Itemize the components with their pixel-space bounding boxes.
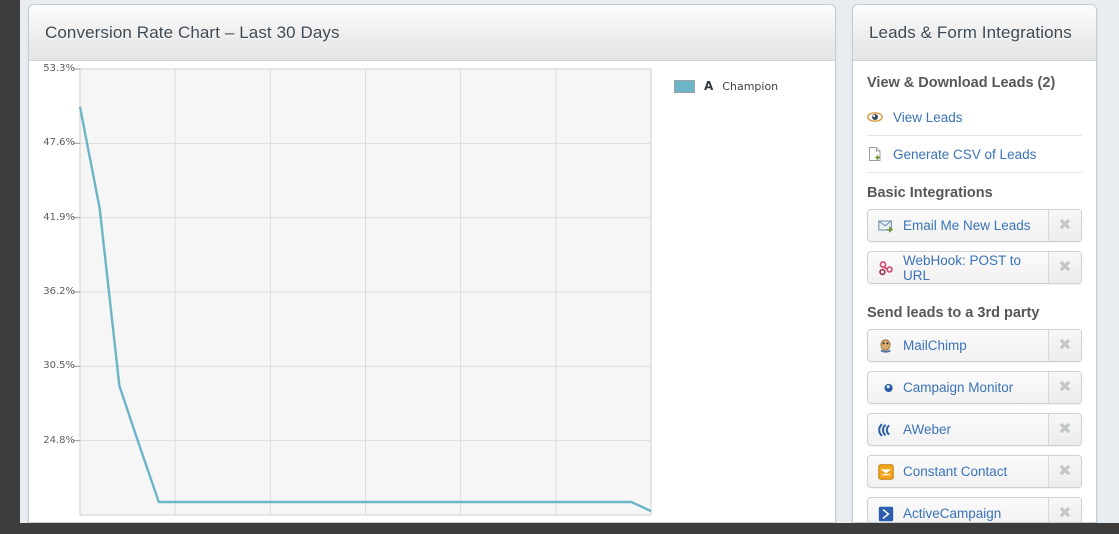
lead-link-row[interactable]: View Leads <box>867 99 1082 136</box>
download-links-list: View Leads Generate CSV of Leads <box>867 99 1082 173</box>
y-axis-tick-label: 53.3% <box>43 63 75 74</box>
remove-integration-button[interactable]: ✖ <box>1049 456 1081 487</box>
remove-integration-button[interactable]: ✖ <box>1049 414 1081 445</box>
integration-row[interactable]: ActiveCampaign ✖ <box>867 497 1082 522</box>
close-icon: ✖ <box>1058 378 1072 396</box>
conversion-rate-chart-panel: Conversion Rate Chart – Last 30 Days 53.… <box>28 4 836 523</box>
chart-plot-container: 53.3% 47.6% 41.9% 36.2% 30.5% 24.8% A Champio… <box>29 61 835 522</box>
activecampaign-icon <box>878 506 894 522</box>
sidebar-body: View & Download Leads (2) View Leads Gene… <box>853 61 1096 522</box>
integration-open-button[interactable]: Campaign Monitor <box>868 372 1049 403</box>
third-party-integrations-list: MailChimp ✖ Campaign Monitor ✖ AWeber ✖ Consta… <box>867 329 1082 522</box>
y-axis-tick-label: 47.6% <box>43 137 75 149</box>
sidebar-panel-header: Leads & Form Integrations <box>853 5 1096 61</box>
integration-open-button[interactable]: MailChimp <box>868 330 1049 361</box>
eye-icon <box>867 109 883 125</box>
remove-integration-button[interactable]: ✖ <box>1049 330 1081 361</box>
page-title: Conversion Rate Chart – Last 30 Days <box>45 22 340 42</box>
remove-integration-button[interactable]: ✖ <box>1049 498 1081 522</box>
integration-row[interactable]: MailChimp ✖ <box>867 329 1082 362</box>
remove-integration-button[interactable]: ✖ <box>1049 210 1081 241</box>
close-icon: ✖ <box>1058 420 1072 438</box>
close-icon: ✖ <box>1058 216 1072 234</box>
csv-document-icon <box>867 146 883 162</box>
legend-label-champion: Champion <box>722 79 779 93</box>
lead-link-label: View Leads <box>893 109 963 125</box>
integration-label: MailChimp <box>903 338 967 353</box>
integration-label: Constant Contact <box>903 464 1008 479</box>
download-section-heading: View & Download Leads (2) <box>867 75 1056 91</box>
leads-integrations-panel: Leads & Form Integrations View & Downloa… <box>852 4 1097 523</box>
legend-swatch-champion <box>674 79 695 93</box>
basic-integrations-heading: Basic Integrations <box>867 185 993 201</box>
y-axis-tick-label: 36.2% <box>43 286 75 297</box>
integration-label: WebHook: POST to URL <box>903 252 1022 283</box>
integration-open-button[interactable]: AWeber <box>868 414 1049 445</box>
third-party-heading: Send leads to a 3rd party <box>867 305 1040 321</box>
legend-key-champion: A <box>704 79 714 93</box>
integration-open-button[interactable]: ActiveCampaign <box>868 498 1049 522</box>
screen: Conversion Rate Chart – Last 30 Days 53.… <box>0 0 1119 534</box>
close-icon: ✖ <box>1058 336 1072 354</box>
integration-label: Email Me New Leads <box>903 218 1031 233</box>
y-axis-tick-label: 30.5% <box>43 360 75 372</box>
constant-contact-icon <box>878 463 894 480</box>
conversion-rate-line-chart <box>73 68 652 516</box>
remove-integration-button[interactable]: ✖ <box>1049 252 1081 283</box>
campaign-monitor-icon <box>878 380 894 396</box>
integration-row[interactable]: WebHook: POST to URL ✖ <box>867 251 1082 284</box>
chart-panel-header: Conversion Rate Chart – Last 30 Days <box>29 5 835 61</box>
sidebar-title: Leads & Form Integrations <box>869 22 1072 42</box>
integration-open-button[interactable]: Email Me New Leads <box>868 210 1049 241</box>
integration-label: Campaign Monitor <box>903 380 1014 395</box>
y-axis-tick-label: 24.8% <box>43 434 75 446</box>
bottom-chrome-bar <box>0 523 1119 534</box>
lead-link-label: Generate CSV of Leads <box>893 146 1037 162</box>
close-icon: ✖ <box>1058 258 1072 276</box>
aweber-icon <box>878 422 894 438</box>
integration-open-button[interactable]: Constant Contact <box>868 456 1049 487</box>
integration-label: ActiveCampaign <box>903 506 1002 521</box>
close-icon: ✖ <box>1058 462 1072 480</box>
integration-row[interactable]: AWeber ✖ <box>867 413 1082 446</box>
integration-row[interactable]: Constant Contact ✖ <box>867 455 1082 488</box>
integration-open-button[interactable]: WebHook: POST to URL <box>868 252 1049 283</box>
webhook-icon <box>878 260 894 276</box>
close-icon: ✖ <box>1058 504 1072 522</box>
mailchimp-icon <box>878 338 894 354</box>
integration-row[interactable]: Campaign Monitor ✖ <box>867 371 1082 404</box>
remove-integration-button[interactable]: ✖ <box>1049 372 1081 403</box>
y-axis-tick-label: 41.9% <box>43 211 75 223</box>
integration-label: AWeber <box>903 422 952 437</box>
lead-link-row[interactable]: Generate CSV of Leads <box>867 136 1082 173</box>
chart-legend: A Champion <box>674 79 778 93</box>
integration-row[interactable]: Email Me New Leads ✖ <box>867 209 1082 242</box>
email-forward-icon <box>878 218 894 234</box>
basic-integrations-list: Email Me New Leads ✖ WebHook: POST to URL ✖ <box>867 209 1082 284</box>
